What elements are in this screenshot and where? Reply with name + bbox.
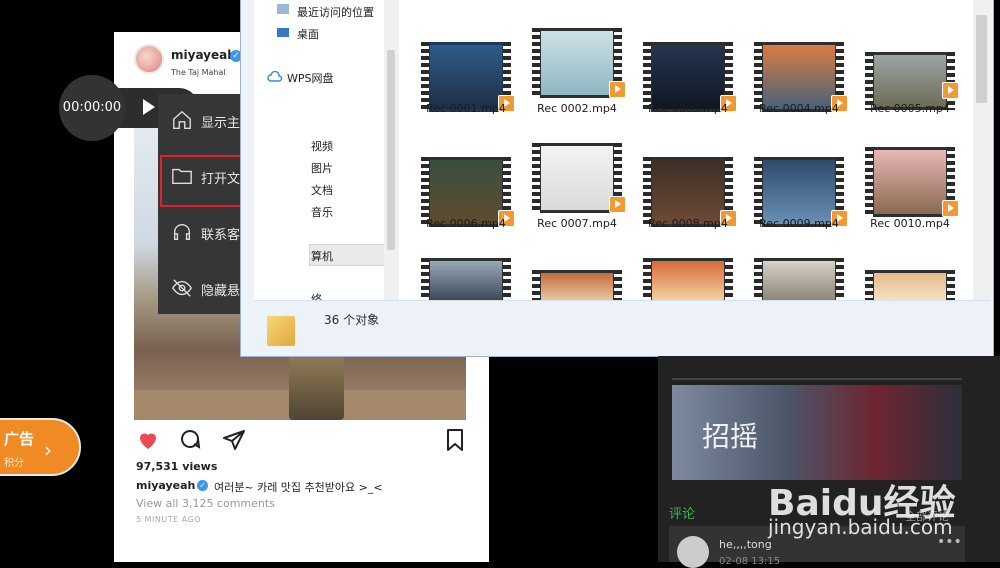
video-thumbnail[interactable]: [754, 258, 844, 300]
file-name[interactable]: Rec 0001.mp4: [411, 102, 521, 115]
play-badge-icon: [609, 81, 626, 98]
share-icon[interactable]: [222, 428, 246, 452]
home-icon: [173, 110, 191, 129]
video-thumbnail[interactable]: [865, 147, 959, 217]
avatar[interactable]: [677, 536, 709, 568]
file-name[interactable]: Rec 0007.mp4: [522, 217, 632, 230]
cloud-icon: [267, 71, 283, 82]
post-views: 97,531 views: [136, 460, 218, 473]
video-thumbnail[interactable]: [532, 270, 622, 300]
timer-text: 00:00:00: [62, 100, 122, 115]
file-name[interactable]: Rec 0005.mp4: [855, 102, 965, 115]
view-comments-link[interactable]: View all 3,125 comments: [136, 497, 275, 510]
video-thumbnail[interactable]: [421, 258, 511, 300]
file-name[interactable]: Rec 0003.mp4: [633, 102, 743, 115]
heart-icon[interactable]: [136, 428, 160, 452]
video-thumbnail[interactable]: [643, 258, 733, 300]
file-name[interactable]: Rec 0004.mp4: [744, 102, 854, 115]
nav-item-pictures[interactable]: 图片: [311, 160, 333, 176]
video-thumbnail[interactable]: [532, 143, 626, 213]
caption-text: 여러분~ 카레 맛집 추천받아요 >_<: [214, 481, 383, 494]
ad-subtitle: 积分: [4, 458, 24, 469]
post-timestamp: 5 MINUTE AGO: [136, 515, 202, 524]
post-location[interactable]: The Taj Mahal: [171, 68, 226, 77]
file-name[interactable]: Rec 0002.mp4: [522, 102, 632, 115]
nav-item-wps[interactable]: WPS网盘: [287, 70, 334, 86]
nav-scrollbar-thumb[interactable]: [387, 50, 395, 250]
ad-badge[interactable]: 广告 积分 ›: [0, 418, 81, 476]
status-bar: 36 个对象: [254, 300, 991, 356]
play-badge-icon: [609, 196, 626, 213]
divider: [672, 378, 962, 380]
file-name[interactable]: Rec 0010.mp4: [855, 217, 965, 230]
file-name[interactable]: Rec 0009.mp4: [744, 217, 854, 230]
play-badge-icon: [942, 200, 959, 217]
desktop-icon: [277, 28, 289, 37]
content-scrollbar-thumb[interactable]: [976, 15, 987, 103]
eye-off-icon: [172, 279, 192, 297]
comment-icon[interactable]: [178, 428, 202, 452]
video-thumbnail[interactable]: [865, 270, 955, 300]
recorder-float-widget[interactable]: 00:00:00: [59, 75, 199, 141]
nav-item-documents[interactable]: 文档: [311, 182, 333, 198]
nav-item-desktop[interactable]: 桌面: [297, 26, 319, 42]
nav-item-computer[interactable]: 算机: [311, 248, 333, 264]
drama-banner[interactable]: 招摇: [672, 385, 962, 480]
item-count: 36 个对象: [324, 313, 380, 327]
recent-places-icon: [277, 4, 289, 14]
banner-title: 招摇: [702, 420, 759, 453]
file-name[interactable]: Rec 0006.mp4: [411, 217, 521, 230]
watermark-url: jingyan.baidu.com: [768, 515, 953, 539]
file-explorer-window: 最近访问的位置 桌面 WPS网盘 视频 图片 文档 音乐 算机 络 Rec 00…: [240, 0, 994, 357]
nav-item-recent[interactable]: 最近访问的位置: [297, 4, 374, 20]
nav-item-videos[interactable]: 视频: [311, 138, 333, 154]
avatar[interactable]: [134, 44, 164, 74]
comment-username[interactable]: he,,,,tong: [719, 538, 772, 551]
post-username[interactable]: miyayeah: [171, 48, 236, 62]
verified-icon: ✓: [197, 480, 208, 491]
comments-heading: 评论: [669, 507, 696, 522]
video-thumbnail[interactable]: [532, 28, 626, 98]
file-name[interactable]: Rec 0008.mp4: [633, 217, 743, 230]
folder-icon: [267, 316, 295, 346]
bookmark-icon[interactable]: [443, 428, 467, 452]
chevron-right-icon: ›: [44, 438, 52, 462]
nav-item-music[interactable]: 音乐: [311, 204, 333, 220]
ad-title: 广告: [4, 430, 35, 448]
file-list-pane: Rec 0001.mp4 Rec 0002.mp4 Rec 0003.mp4 R…: [399, 0, 973, 300]
navigation-pane: 最近访问的位置 桌面 WPS网盘 视频 图片 文档 音乐 算机 络: [254, 0, 386, 306]
play-badge-icon: [942, 82, 959, 99]
play-icon[interactable]: [143, 99, 155, 115]
headset-icon: [173, 224, 191, 241]
caption-username[interactable]: miyayeah: [136, 479, 195, 492]
